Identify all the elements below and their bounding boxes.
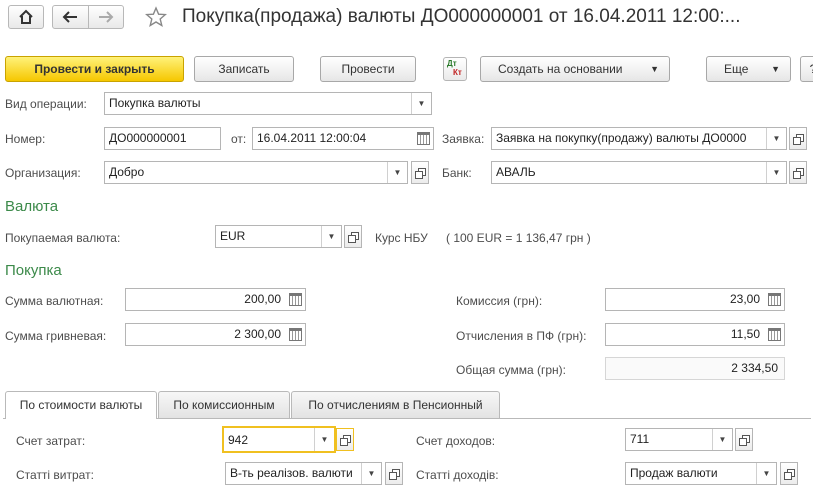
chevron-down-icon[interactable]: ▼ bbox=[712, 429, 732, 450]
kt-label: Кт bbox=[453, 68, 462, 77]
open-expense-items-icon[interactable] bbox=[385, 462, 403, 485]
home-icon bbox=[19, 9, 33, 24]
post-and-close-button[interactable]: Провести и закрыть bbox=[5, 56, 184, 82]
open-currency-icon[interactable] bbox=[344, 225, 362, 248]
expense-items-select[interactable]: В-ть реалізов. валюти ▼ bbox=[225, 462, 382, 485]
create-based-on-label: Создать на основании bbox=[498, 62, 623, 76]
request-label: Заявка: bbox=[442, 132, 485, 146]
bank-value: АВАЛЬ bbox=[496, 165, 536, 179]
number-field[interactable]: ДО000000001 bbox=[104, 127, 221, 150]
chevron-down-icon[interactable]: ▼ bbox=[387, 162, 407, 183]
commission-field[interactable]: 23,00 bbox=[605, 288, 785, 311]
amount-uah-field[interactable]: 2 300,00 bbox=[125, 323, 306, 346]
income-items-label: Статті доходів: bbox=[416, 468, 499, 482]
chevron-down-icon[interactable]: ▼ bbox=[766, 162, 786, 183]
calculator-icon[interactable] bbox=[289, 328, 302, 341]
total-label: Общая сумма (грн): bbox=[456, 363, 566, 377]
rate-value: ( 100 EUR = 1 136,47 грн ) bbox=[446, 231, 591, 245]
income-items-value: Продаж валюти bbox=[630, 466, 718, 480]
tab-by-currency-cost[interactable]: По стоимости валюты bbox=[5, 391, 157, 419]
number-value: ДО000000001 bbox=[109, 131, 187, 145]
request-select[interactable]: Заявка на покупку(продажу) валюты ДО0000… bbox=[491, 127, 787, 150]
expense-account-label: Счет затрат: bbox=[16, 434, 86, 448]
date-field[interactable]: 16.04.2011 12:00:04 bbox=[252, 127, 434, 150]
amount-uah-value: 2 300,00 bbox=[234, 327, 281, 341]
page-title: Покупка(продажа) валюты ДО000000001 от 1… bbox=[182, 6, 741, 27]
purchase-section-title: Покупка bbox=[5, 262, 62, 279]
total-field: 2 334,50 bbox=[605, 357, 785, 380]
post-button[interactable]: Провести bbox=[320, 56, 416, 82]
amount-currency-value: 200,00 bbox=[244, 292, 281, 306]
open-income-items-icon[interactable] bbox=[780, 462, 798, 485]
save-button[interactable]: Записать bbox=[194, 56, 294, 82]
forward-button[interactable] bbox=[88, 5, 124, 29]
open-organization-icon[interactable] bbox=[411, 161, 429, 184]
commission-value: 23,00 bbox=[729, 292, 760, 306]
currency-section-title: Валюта bbox=[5, 198, 59, 215]
chevron-down-icon[interactable]: ▼ bbox=[766, 128, 786, 149]
income-account-value: 711 bbox=[630, 432, 650, 446]
open-bank-icon[interactable] bbox=[789, 161, 807, 184]
pension-value: 11,50 bbox=[730, 327, 760, 341]
chevron-down-icon: ▼ bbox=[771, 64, 780, 74]
amount-uah-label: Сумма гривневая: bbox=[5, 329, 107, 343]
request-value: Заявка на покупку(продажу) валюты ДО0000 bbox=[496, 131, 747, 145]
open-expense-account-icon[interactable] bbox=[336, 428, 354, 451]
organization-label: Организация: bbox=[5, 166, 81, 180]
expense-items-value: В-ть реалізов. валюти bbox=[230, 466, 353, 480]
expense-account-value: 942 bbox=[228, 433, 249, 447]
chevron-down-icon[interactable]: ▼ bbox=[314, 428, 334, 451]
home-button[interactable] bbox=[8, 5, 44, 29]
date-value: 16.04.2011 12:00:04 bbox=[257, 131, 367, 145]
rate-label: Курс НБУ bbox=[375, 231, 428, 245]
dt-label: Дт bbox=[447, 59, 457, 68]
dt-kt-icon[interactable]: Дт Кт bbox=[443, 57, 467, 81]
help-button[interactable]: ? bbox=[800, 56, 813, 82]
chevron-down-icon[interactable]: ▼ bbox=[411, 93, 431, 114]
purchased-currency-label: Покупаемая валюта: bbox=[5, 231, 121, 245]
arrow-right-icon bbox=[99, 11, 114, 23]
chevron-down-icon[interactable]: ▼ bbox=[756, 463, 776, 484]
chevron-down-icon[interactable]: ▼ bbox=[321, 226, 341, 247]
total-value: 2 334,50 bbox=[731, 361, 778, 375]
star-icon[interactable] bbox=[145, 6, 167, 28]
operation-type-select[interactable]: Покупка валюты ▼ bbox=[104, 92, 432, 115]
bank-label: Банк: bbox=[442, 166, 472, 180]
chevron-down-icon[interactable]: ▼ bbox=[361, 463, 381, 484]
chevron-down-icon: ▼ bbox=[650, 64, 659, 74]
amount-currency-label: Сумма валютная: bbox=[5, 294, 104, 308]
open-income-account-icon[interactable] bbox=[735, 428, 753, 451]
purchased-currency-value: EUR bbox=[220, 229, 246, 243]
income-account-label: Счет доходов: bbox=[416, 434, 496, 448]
back-button[interactable] bbox=[52, 5, 89, 29]
date-label: от: bbox=[231, 132, 247, 146]
organization-select[interactable]: Добро ▼ bbox=[104, 161, 408, 184]
pension-label: Отчисления в ПФ (грн): bbox=[456, 329, 587, 343]
more-label: Еще bbox=[724, 62, 749, 76]
organization-value: Добро bbox=[109, 165, 145, 179]
operation-type-value: Покупка валюты bbox=[109, 96, 201, 110]
expense-account-select[interactable]: 942 ▼ bbox=[222, 426, 336, 453]
income-account-select[interactable]: 711 ▼ bbox=[625, 428, 733, 451]
pension-field[interactable]: 11,50 bbox=[605, 323, 785, 346]
more-button[interactable]: Еще ▼ bbox=[706, 56, 791, 82]
number-label: Номер: bbox=[5, 132, 46, 146]
tab-by-pension[interactable]: По отчислениям в Пенсионный bbox=[291, 391, 500, 418]
tab-by-commission[interactable]: По комиссионным bbox=[158, 391, 290, 418]
calendar-icon[interactable] bbox=[417, 132, 430, 145]
bank-select[interactable]: АВАЛЬ ▼ bbox=[491, 161, 787, 184]
operation-type-label: Вид операции: bbox=[5, 97, 87, 111]
commission-label: Комиссия (грн): bbox=[456, 294, 543, 308]
calculator-icon[interactable] bbox=[289, 293, 302, 306]
arrow-left-icon bbox=[62, 11, 77, 23]
calculator-icon[interactable] bbox=[768, 293, 781, 306]
amount-currency-field[interactable]: 200,00 bbox=[125, 288, 306, 311]
purchased-currency-select[interactable]: EUR ▼ bbox=[215, 225, 342, 248]
expense-items-label: Статті витрат: bbox=[16, 468, 94, 482]
calculator-icon[interactable] bbox=[768, 328, 781, 341]
income-items-select[interactable]: Продаж валюти ▼ bbox=[625, 462, 777, 485]
create-based-on-button[interactable]: Создать на основании ▼ bbox=[480, 56, 670, 82]
open-request-icon[interactable] bbox=[789, 127, 807, 150]
